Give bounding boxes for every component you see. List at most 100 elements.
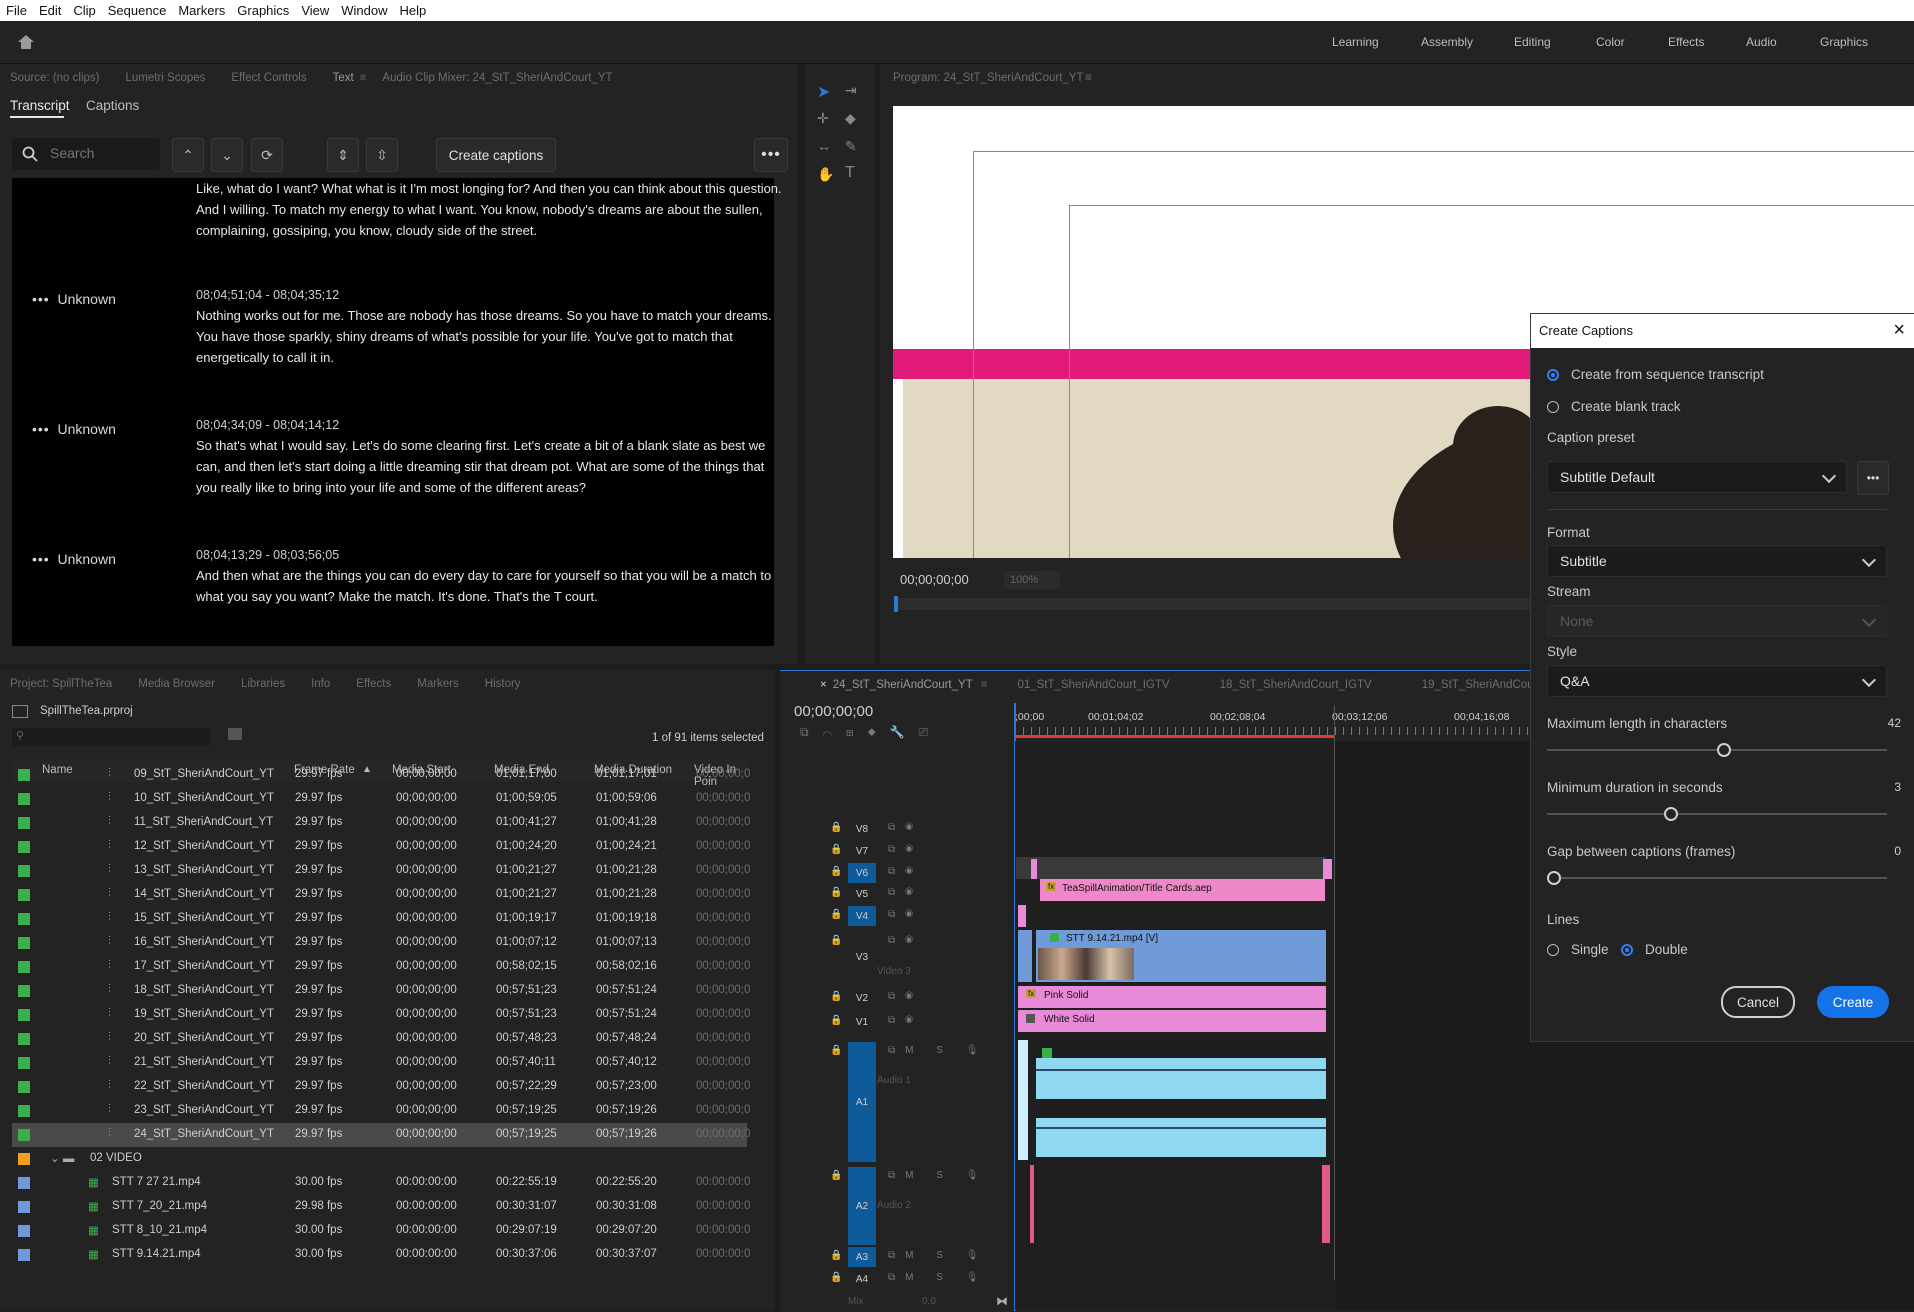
program-timecode[interactable]: 00;00;00;00 [900, 572, 969, 587]
next-result-button[interactable]: ⌄ [211, 138, 243, 172]
radio-lines-double[interactable] [1621, 944, 1633, 956]
track-header-a3[interactable]: 🔒 A3 ⧉M S 🎙 [780, 1247, 1010, 1267]
track-target-v2[interactable]: V2 [848, 988, 876, 1008]
new-bin-icon[interactable] [228, 728, 242, 740]
menu-file[interactable]: File [0, 3, 33, 18]
track-target-a2[interactable]: A2 [848, 1167, 876, 1245]
track-header-v4[interactable]: 🔒 V4 ⧉◉ [780, 906, 1010, 926]
track-target-v3[interactable]: V3 [848, 932, 876, 982]
clip-v3-start[interactable] [1018, 930, 1032, 982]
lock-icon[interactable]: 🔒 [830, 844, 842, 855]
segment-text[interactable]: Like, what do I want? What what is it I'… [196, 178, 786, 241]
expand-all-button[interactable]: ⇕ [327, 138, 359, 172]
timeline-timecode[interactable]: 00;00;00;00 [794, 703, 873, 720]
workspace-audio[interactable]: Audio [1746, 21, 1777, 63]
cancel-button[interactable]: Cancel [1721, 986, 1795, 1018]
title-cards-clip[interactable]: TeaSpillAnimation/Title Cards.aep fx [1040, 879, 1325, 901]
panel-menu-icon[interactable]: ≡ [981, 679, 988, 691]
menu-graphics[interactable]: Graphics [231, 3, 295, 18]
label-color-swatch[interactable] [18, 937, 30, 949]
workspace-effects[interactable]: Effects [1668, 21, 1704, 63]
search-input[interactable] [48, 144, 152, 162]
transition-marker[interactable] [1323, 859, 1332, 879]
track-header-v8[interactable]: 🔒 V8 ⧉◉ [780, 819, 1010, 839]
menu-window[interactable]: Window [335, 3, 393, 18]
label-color-swatch[interactable] [18, 1033, 30, 1045]
label-color-swatch[interactable] [18, 841, 30, 853]
lock-icon[interactable]: 🔒 [830, 1045, 842, 1056]
tab-captions[interactable]: Captions [86, 98, 139, 113]
track-target-v1[interactable]: V1 [848, 1012, 876, 1032]
label-color-swatch[interactable] [18, 1201, 30, 1213]
track-target-a4[interactable]: A4 [848, 1269, 876, 1289]
mute-solo-icon[interactable]: ⧉M S 🎙 [888, 1045, 988, 1056]
project-bin-row[interactable]: ⌄ ▬ 02 VIDEO [12, 1147, 747, 1171]
track-header-v7[interactable]: 🔒 V7 ⧉◉ [780, 841, 1010, 861]
eye-icon[interactable]: ⧉◉ [888, 887, 923, 898]
label-color-swatch[interactable] [18, 1081, 30, 1093]
segment-text[interactable]: Nothing works out for me. Those are nobo… [196, 305, 786, 368]
create-button[interactable]: Create [1817, 986, 1889, 1018]
min-duration-slider[interactable] [1547, 813, 1887, 815]
track-header-a4[interactable]: 🔒 A4 ⧉M S 🎙 [780, 1269, 1010, 1289]
project-item-row[interactable]: ⫶ 19_StT_SheriAndCourt_YT 29.97 fps 00;00;0… [12, 1003, 750, 1027]
segment-speaker[interactable]: ••• Unknown [32, 551, 116, 567]
audio-clip-start[interactable] [1018, 1040, 1028, 1160]
slip-tool-icon[interactable]: ↔ [817, 138, 831, 154]
pink-solid-clip[interactable]: Pink Solid fx [1018, 986, 1326, 1008]
format-select[interactable]: Subtitle [1547, 545, 1887, 577]
mix-value[interactable]: 0.0 [922, 1296, 936, 1307]
close-icon[interactable]: × [1893, 319, 1905, 342]
eye-icon[interactable]: ⧉◉ [888, 909, 923, 920]
timeline-tool-icons[interactable]: ⧉⌒⊞⬥🔧⎚ [800, 725, 942, 740]
track-header-v6[interactable]: 🔒 V6 ⧉◉ [780, 863, 1010, 883]
refresh-button[interactable]: ⟳ [251, 138, 283, 172]
radio-lines-double-label[interactable]: Double [1645, 942, 1688, 957]
lock-icon[interactable]: 🔒 [830, 1170, 842, 1181]
label-color-swatch[interactable] [18, 1153, 30, 1165]
label-color-swatch[interactable] [18, 1225, 30, 1237]
video-clip-v3[interactable]: STT 9.14.21.mp4 [V] [1036, 930, 1326, 982]
zoom-to-sequence-icon[interactable]: ⧓ [996, 1294, 1008, 1308]
mute-solo-icon[interactable]: ⧉M S 🎙 [888, 1170, 988, 1181]
label-color-swatch[interactable] [18, 889, 30, 901]
razor-tool-icon[interactable]: ◆ [845, 110, 856, 127]
label-color-swatch[interactable] [18, 1129, 30, 1141]
tab-media-browser[interactable]: Media Browser [138, 678, 215, 690]
track-select-tool-icon[interactable]: ⇥ [845, 82, 857, 99]
tab-history[interactable]: History [485, 678, 521, 690]
workspace-learning[interactable]: Learning [1332, 21, 1379, 63]
ripple-edit-tool-icon[interactable]: ✛ [817, 110, 829, 127]
label-color-swatch[interactable] [18, 961, 30, 973]
lock-icon[interactable]: 🔒 [830, 1272, 842, 1283]
workspace-editing[interactable]: Editing [1514, 21, 1551, 63]
tab-info[interactable]: Info [311, 678, 330, 690]
menu-markers[interactable]: Markers [172, 3, 231, 18]
radio-from-transcript-label[interactable]: Create from sequence transcript [1571, 367, 1764, 382]
label-color-swatch[interactable] [18, 1177, 30, 1189]
project-item-row[interactable]: ▦ STT 7_20_21.mp4 29.98 fps 00:00:00:00 00:3… [12, 1195, 750, 1219]
radio-lines-single-label[interactable]: Single [1571, 942, 1609, 957]
radio-from-transcript[interactable] [1547, 369, 1559, 381]
eye-icon[interactable]: ⧉◉ [888, 935, 923, 946]
track-target-v7[interactable]: V7 [848, 841, 876, 861]
project-item-row[interactable]: ⫶ 09_StT_SheriAndCourt_YT 29.97 fps 00;00;0… [12, 763, 750, 787]
project-item-row[interactable]: ⫶ 11_StT_SheriAndCourt_YT 29.97 fps 00;00;0… [12, 811, 750, 835]
menu-edit[interactable]: Edit [33, 3, 67, 18]
tab-project[interactable]: Project: SpillTheTea [10, 678, 112, 690]
project-item-row[interactable]: ⫶ 23_StT_SheriAndCourt_YT 29.97 fps 00;00;0… [12, 1099, 750, 1123]
speaker-menu-icon[interactable]: ••• [32, 551, 50, 567]
label-color-swatch[interactable] [18, 1057, 30, 1069]
workspace-graphics[interactable]: Graphics [1820, 21, 1868, 63]
project-item-row[interactable]: ▦ STT 8_10_21.mp4 30.00 fps 00:00:00:00 00:2… [12, 1219, 750, 1243]
track-target-v4[interactable]: V4 [848, 906, 876, 926]
menu-help[interactable]: Help [394, 3, 433, 18]
label-color-swatch[interactable] [18, 985, 30, 997]
tab-transcript[interactable]: Transcript [10, 98, 70, 113]
lock-icon[interactable]: 🔒 [830, 1015, 842, 1026]
eye-icon[interactable]: ⧉◉ [888, 991, 923, 1002]
project-item-row[interactable]: ⫶ 10_StT_SheriAndCourt_YT 29.97 fps 00;00;0… [12, 787, 750, 811]
label-color-swatch[interactable] [18, 865, 30, 877]
radio-lines-single[interactable] [1547, 944, 1559, 956]
mute-solo-icon[interactable]: ⧉M S 🎙 [888, 1250, 988, 1261]
